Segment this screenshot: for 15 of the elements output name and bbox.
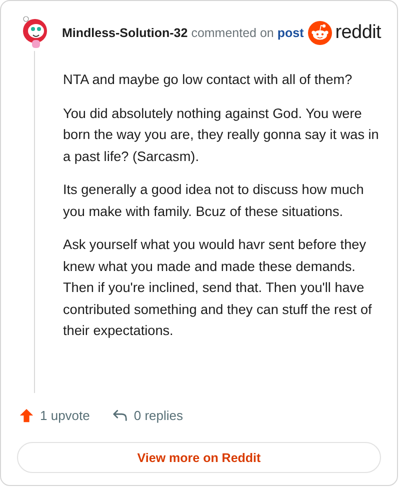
comment-paragraph: Ask yourself what you would havr sent before they knew what you made and made these demands. Then if you're inclined, send that. Then you'll have contributed something and they can stuff the rest of their expectations. [63,236,373,340]
upvote-count: 1 upvote [40,408,90,422]
upvote-arrow-icon[interactable] [19,408,34,422]
comment-paragraph: Its generally a good idea not to discuss how much you make with family. Bcuz of these situations. [63,181,365,221]
reply-arrow-icon[interactable] [112,408,128,422]
avatar-icon [22,16,48,50]
username[interactable]: Mindless-Solution-32 [62,26,188,40]
post-link[interactable]: post [277,26,304,40]
comment-paragraph: You did absolutely nothing against God. You were born the way you are, they really gonna say it was in a past life? (Sarcasm). [63,104,380,166]
view-more-button[interactable]: View more on Reddit [17,442,381,473]
comment-paragraph: NTA and maybe go low contact with all of them? [63,71,354,89]
reddit-wordmark: reddit [335,22,381,44]
reply-count: 0 replies [134,408,184,422]
reddit-logo-icon [308,21,332,45]
comment-action-text: commented on [191,26,274,40]
